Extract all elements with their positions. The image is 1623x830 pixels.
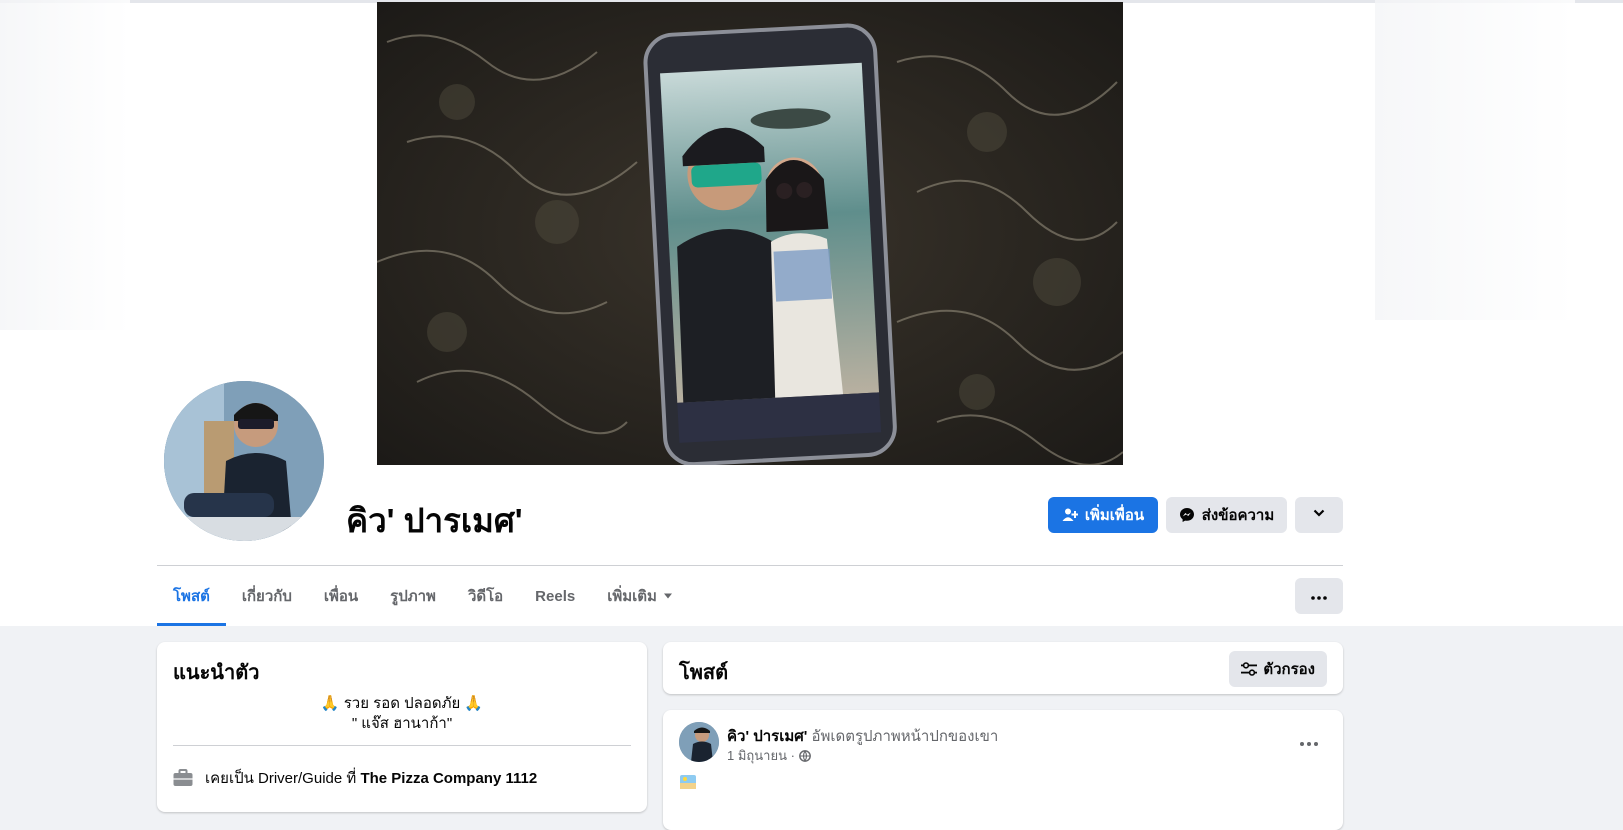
message-label: ส่งข้อความ [1201,507,1275,524]
filter-label: ตัวกรอง [1263,661,1315,678]
posts-title: โพสต์ [679,662,729,684]
post-meta: 1 มิถุนายน · [727,745,811,766]
tabs-more-options-button[interactable] [1295,578,1343,614]
work-prefix: เคยเป็น Driver/Guide ที่ [205,770,357,787]
tab-videos[interactable]: วิดีโอ [452,566,519,626]
cover-photo-image [377,2,1123,465]
intro-card: แนะนำตัว 🙏 รวย รอด ปลอดภัย 🙏 " แจ๊ส ฮานา… [157,642,647,812]
tab-more-label: เพิ่มเติม [607,588,657,605]
tab-reels-label: Reels [535,587,576,605]
profile-options-dropdown-button[interactable] [1295,497,1343,533]
bio-line-2: " แจ๊ส ฮานาก้า" [351,715,453,732]
profile-avatar[interactable] [160,377,328,545]
tab-posts-label: โพสต์ [173,588,210,605]
filter-button[interactable]: ตัวกรอง [1229,651,1327,687]
caret-down-icon [663,592,673,600]
profile-name: คิว' ปารเมศ' [346,502,523,539]
cover-blur-right [1375,0,1575,320]
work-place-link[interactable]: The Pizza Company 1112 [360,770,537,787]
post-date[interactable]: 1 มิถุนายน · [727,745,795,766]
intro-title: แนะนำตัว [173,662,260,684]
tab-more[interactable]: เพิ่มเติม [591,566,689,626]
globe-icon [799,749,811,762]
intro-work-item: เคยเป็น Driver/Guide ที่ The Pizza Compa… [173,766,537,790]
chevron-down-icon [1312,506,1326,524]
post-author-name[interactable]: คิว' ปารเมศ' [727,728,807,745]
add-friend-label: เพิ่มเพื่อน [1084,507,1145,524]
post-options-button[interactable] [1291,724,1327,760]
bio-line-1: 🙏 รวย รอด ปลอดภัย 🙏 [320,695,484,712]
tab-posts[interactable]: โพสต์ [157,566,226,626]
tab-about-label: เกี่ยวกับ [241,588,292,605]
tab-about[interactable]: เกี่ยวกับ [226,566,308,626]
messenger-icon [1179,507,1195,523]
intro-divider [173,745,631,746]
post-card: คิว' ปารเมศ' อัพเดตรูปภาพหน้าปกของเขา 1 … [663,710,1343,830]
person-plus-icon [1062,507,1078,523]
profile-tabs: โพสต์ เกี่ยวกับ เพื่อน รูปภาพ วิดีโอ Ree… [157,566,689,626]
cover-blur-left [0,0,130,330]
profile-avatar-image [164,381,324,541]
posts-header-card: โพสต์ ตัวกรอง [663,642,1343,694]
message-button[interactable]: ส่งข้อความ [1166,497,1287,533]
ellipsis-icon [1300,733,1318,751]
sliders-icon [1241,662,1258,676]
tab-reels[interactable]: Reels [519,566,591,626]
post-author-avatar[interactable] [679,722,719,762]
tab-friends-label: เพื่อน [323,588,359,605]
intro-bio: 🙏 รวย รอด ปลอดภัย 🙏 " แจ๊ส ฮานาก้า" [173,694,631,734]
briefcase-icon [173,769,193,787]
ellipsis-icon [1311,587,1327,605]
add-friend-button[interactable]: เพิ่มเพื่อน [1048,497,1158,533]
beach-photo-emoji-icon [679,774,697,790]
tab-photos[interactable]: รูปภาพ [374,566,452,626]
tab-videos-label: วิดีโอ [467,588,504,605]
cover-photo[interactable] [377,2,1123,465]
tab-friends[interactable]: เพื่อน [308,566,374,626]
post-action-text: อัพเดตรูปภาพหน้าปกของเขา [811,728,999,745]
tab-photos-label: รูปภาพ [390,588,436,605]
